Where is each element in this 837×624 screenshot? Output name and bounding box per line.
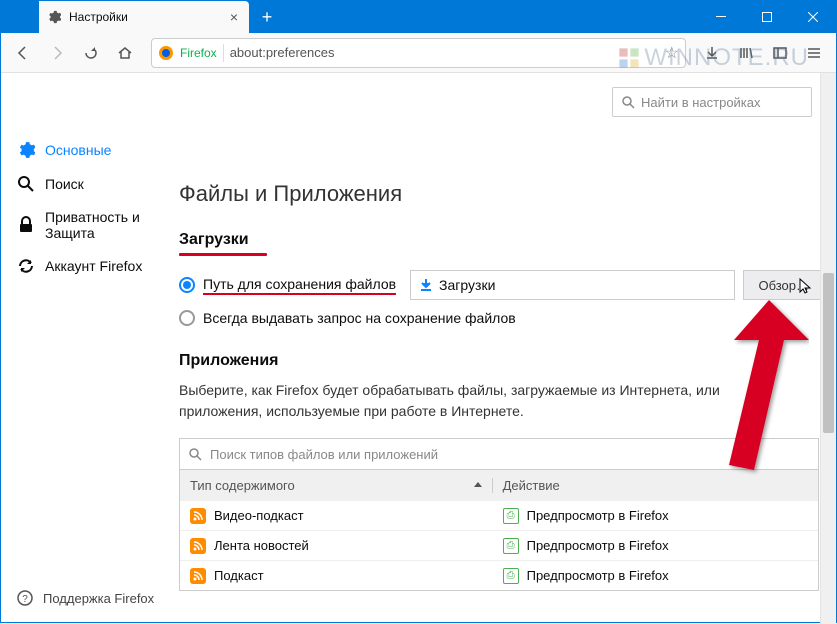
sidebar-item-label: Приватность и Защита	[45, 209, 157, 241]
radio-always-ask[interactable]	[179, 310, 195, 326]
always-ask-label: Всегда выдавать запрос на сохранение фай…	[203, 310, 516, 326]
window-maximize-button[interactable]	[744, 1, 790, 33]
svg-text:?: ?	[22, 594, 28, 605]
gear-icon	[47, 10, 61, 24]
rss-icon	[190, 568, 206, 584]
lock-icon	[17, 216, 35, 234]
search-icon	[17, 175, 35, 193]
annotation-underline	[179, 253, 267, 256]
sidebar-item-label: Аккаунт Firefox	[45, 258, 142, 274]
sidebar-item-account[interactable]: Аккаунт Firefox	[1, 249, 173, 283]
sidebar-item-privacy[interactable]: Приватность и Защита	[1, 201, 173, 249]
browser-toolbar: Firefox about:preferences ☆	[1, 33, 836, 73]
preferences-sidebar: Основные Поиск Приватность и Защита Акка…	[1, 73, 173, 624]
browse-button[interactable]: Обзор…	[743, 270, 824, 300]
col-action[interactable]: Действие	[493, 478, 818, 493]
download-folder-name: Загрузки	[439, 277, 495, 293]
apps-search-placeholder: Поиск типов файлов или приложений	[210, 447, 438, 462]
library-button[interactable]	[730, 37, 762, 69]
save-to-label: Путь для сохранения файлов	[203, 276, 396, 295]
sidebar-item-label: Основные	[45, 142, 111, 158]
col-type[interactable]: Тип содержимого	[180, 478, 493, 493]
support-label: Поддержка Firefox	[43, 591, 154, 606]
table-row[interactable]: Подкаст ⎙Предпросмотр в Firefox	[180, 560, 818, 590]
browser-tab[interactable]: Настройки ×	[39, 1, 249, 33]
reload-button[interactable]	[75, 37, 107, 69]
url-separator	[223, 44, 224, 62]
sidebar-item-search[interactable]: Поиск	[1, 167, 173, 201]
back-button[interactable]	[7, 37, 39, 69]
window-close-button[interactable]	[790, 1, 836, 33]
rss-icon	[190, 538, 206, 554]
sync-icon	[17, 257, 35, 275]
downloads-button[interactable]	[696, 37, 728, 69]
search-placeholder: Найти в настройках	[641, 95, 761, 110]
sidebar-button[interactable]	[764, 37, 796, 69]
preview-icon: ⎙	[503, 508, 519, 524]
sidebar-item-general[interactable]: Основные	[1, 133, 173, 167]
search-icon	[188, 447, 202, 461]
url-text: about:preferences	[230, 45, 659, 60]
search-icon	[621, 95, 635, 109]
preferences-main: Найти в настройках Файлы и Приложения За…	[173, 73, 836, 624]
downloads-heading: Загрузки	[179, 231, 824, 249]
new-tab-button[interactable]: +	[253, 3, 281, 31]
window-titlebar: Настройки × +	[1, 1, 836, 33]
apps-heading: Приложения	[179, 352, 824, 370]
question-icon: ?	[17, 590, 33, 606]
download-save-to-row: Путь для сохранения файлов Загрузки Обзо…	[179, 270, 824, 300]
table-header: Тип содержимого Действие	[180, 470, 818, 500]
bookmark-star-icon[interactable]: ☆	[665, 43, 679, 63]
home-button[interactable]	[109, 37, 141, 69]
forward-button[interactable]	[41, 37, 73, 69]
rss-icon	[190, 508, 206, 524]
apps-description: Выберите, как Firefox будет обрабатывать…	[179, 380, 799, 422]
vertical-scrollbar[interactable]	[820, 73, 836, 624]
apps-search-input[interactable]: Поиск типов файлов или приложений	[179, 438, 819, 470]
download-always-ask-row: Всегда выдавать запрос на сохранение фай…	[179, 310, 824, 326]
sidebar-support-link[interactable]: ? Поддержка Firefox	[1, 582, 170, 614]
tab-close-button[interactable]: ×	[227, 9, 241, 25]
gear-icon	[17, 141, 35, 159]
table-row[interactable]: Видео-подкаст ⎙Предпросмотр в Firefox	[180, 500, 818, 530]
url-bar[interactable]: Firefox about:preferences ☆	[151, 38, 686, 68]
download-folder-field[interactable]: Загрузки	[410, 270, 735, 300]
menu-button[interactable]	[798, 37, 830, 69]
url-identity: Firefox	[180, 46, 217, 60]
apps-table: Тип содержимого Действие Видео-подкаст ⎙…	[179, 470, 819, 591]
tab-title: Настройки	[69, 10, 219, 24]
radio-save-to[interactable]	[179, 277, 195, 293]
table-row[interactable]: Лента новостей ⎙Предпросмотр в Firefox	[180, 530, 818, 560]
preview-icon: ⎙	[503, 538, 519, 554]
section-heading: Файлы и Приложения	[179, 181, 824, 207]
preview-icon: ⎙	[503, 568, 519, 584]
sidebar-item-label: Поиск	[45, 176, 84, 192]
download-arrow-icon	[419, 278, 433, 292]
sort-asc-icon	[474, 481, 482, 489]
scrollbar-thumb[interactable]	[823, 273, 834, 433]
window-minimize-button[interactable]	[698, 1, 744, 33]
firefox-icon	[158, 45, 174, 61]
preferences-search-input[interactable]: Найти в настройках	[612, 87, 812, 117]
